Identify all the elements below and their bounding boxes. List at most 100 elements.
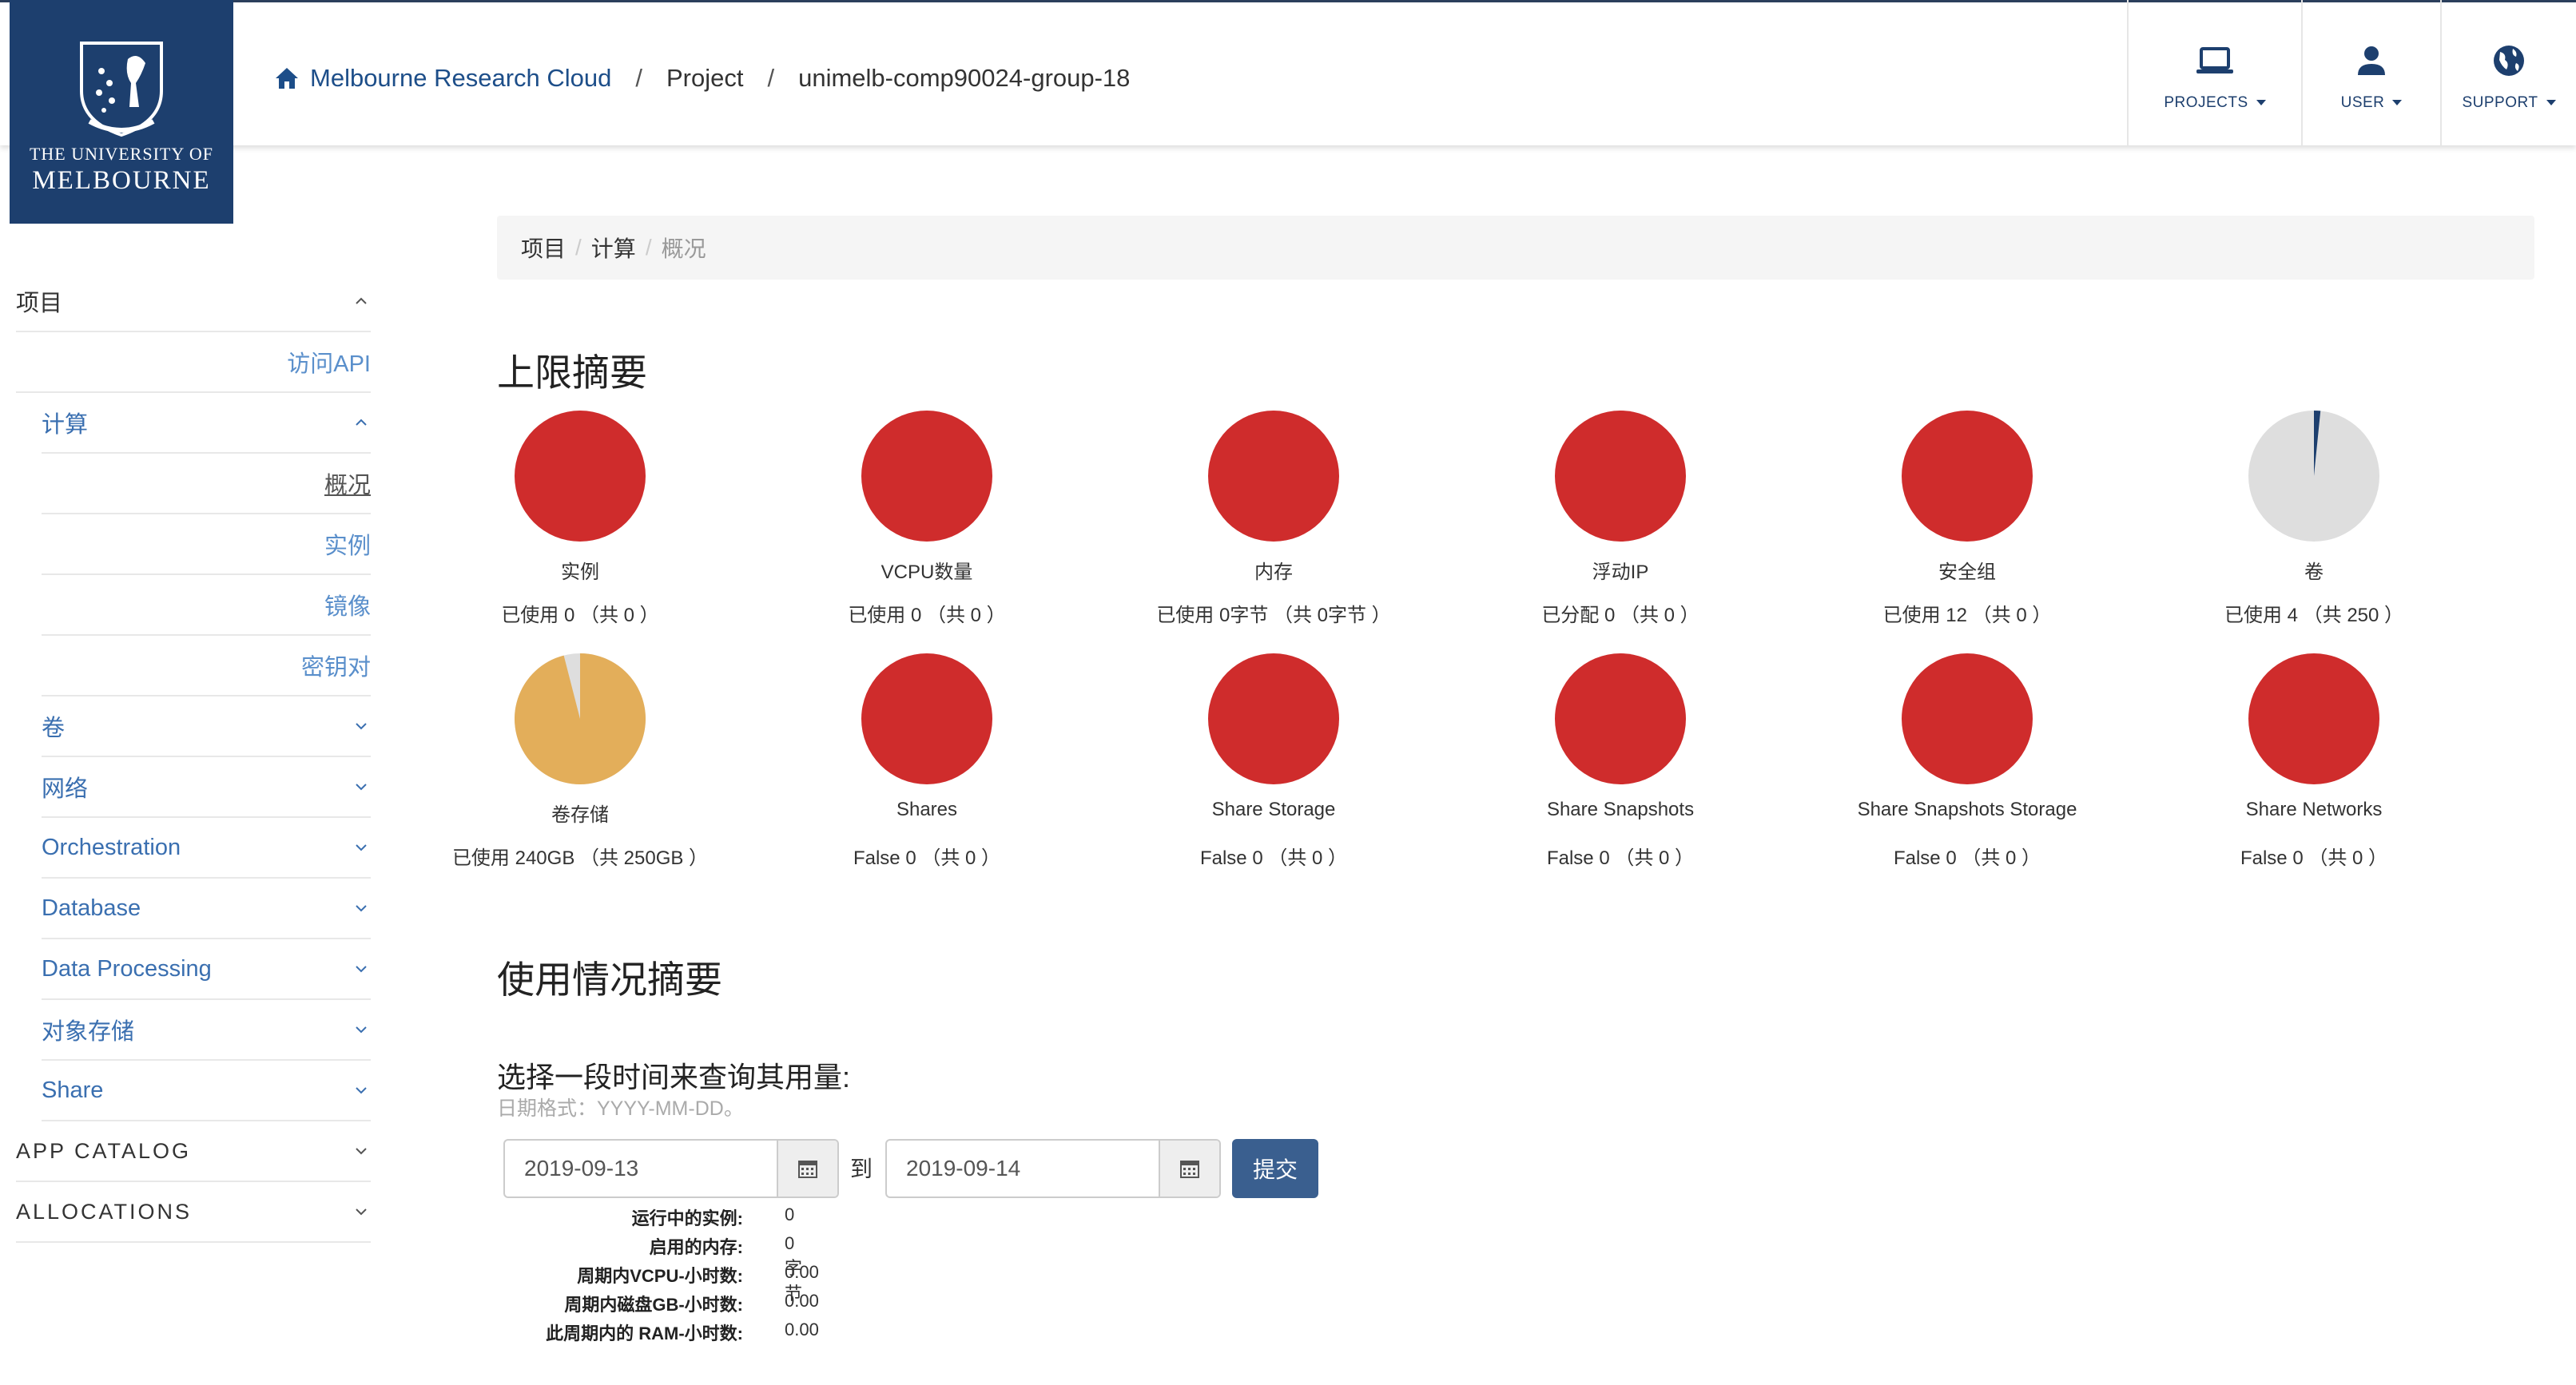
chevron-down-icon — [356, 1148, 367, 1155]
chevron-down-icon — [356, 844, 367, 851]
limit-chart: VCPU数量 已使用 0 （共 0 ） — [795, 411, 1059, 627]
sidebar-item-allocations[interactable]: ALLOCATIONS — [16, 1182, 371, 1243]
breadcrumb-separator: / — [767, 64, 775, 92]
sidebar-item-share[interactable]: Share — [42, 1061, 371, 1121]
limit-chart-usage: 已分配 0 （共 0 ） — [1541, 605, 1699, 626]
end-date-input[interactable]: 2019-09-14 — [887, 1141, 1159, 1196]
limit-pie — [1208, 653, 1339, 784]
stat-value: 0.00 — [785, 1262, 819, 1282]
page-breadcrumb-compute[interactable]: 计算 — [591, 232, 636, 264]
user-icon — [2357, 43, 2386, 78]
limit-chart: 卷已使用 4 （共 250 ） — [2182, 411, 2446, 627]
sidebar-item-database[interactable]: Database — [42, 879, 371, 939]
chevron-down-icon — [356, 966, 367, 973]
sidebar-item-label: 对象存储 — [42, 1019, 135, 1045]
user-menu-label: USER — [2340, 94, 2385, 111]
sidebar-item-label: 实例 — [324, 534, 371, 559]
sidebar-item-label: 概况 — [324, 473, 371, 498]
limit-pie — [1555, 411, 1686, 542]
pie-background — [1902, 653, 2033, 784]
projects-menu[interactable]: PROJECTS — [2127, 0, 2301, 145]
limit-pie — [2248, 411, 2379, 542]
pie-background — [1902, 411, 2033, 542]
calendar-icon[interactable] — [1159, 1141, 1219, 1196]
user-menu[interactable]: USER — [2301, 0, 2440, 145]
breadcrumb-separator: / — [645, 235, 652, 260]
stat-label: 周期内磁盘GB-小时数: — [564, 1295, 743, 1315]
breadcrumb-home[interactable]: Melbourne Research Cloud — [275, 64, 611, 93]
logo-line-2: MELBOURNE — [32, 166, 211, 195]
limit-chart: 安全组已使用 12 （共 0 ） — [1835, 411, 2099, 627]
limit-chart-usage: 已使用 12 （共 0 ） — [1882, 605, 2052, 626]
laptop-icon — [2196, 43, 2234, 78]
stat-value: 0.00 — [785, 1291, 819, 1311]
sidebar-item-label: 计算 — [42, 412, 89, 438]
page-breadcrumb: 项目 / 计算 / 概况 — [497, 216, 2534, 280]
chevron-up-icon — [356, 297, 367, 304]
sidebar-item-label: 卷 — [42, 716, 66, 741]
limit-pie — [515, 653, 646, 784]
breadcrumb-project-name[interactable]: unimelb-comp90024-group-18 — [798, 64, 1130, 93]
university-logo[interactable]: THE UNIVERSITY OF MELBOURNE — [10, 0, 233, 224]
limit-pie — [1902, 411, 2033, 542]
chevron-down-icon — [356, 723, 367, 730]
sidebar-item-project[interactable]: 项目 — [16, 272, 371, 332]
breadcrumb-project[interactable]: Project — [666, 64, 743, 93]
page-breadcrumb-project[interactable]: 项目 — [521, 232, 566, 264]
sidebar-item-app-catalog[interactable]: APP CATALOG — [16, 1121, 371, 1182]
limit-chart: 卷存储 已使用 240GB （共 250GB ） — [448, 653, 712, 870]
sidebar-item-volumes[interactable]: 卷 — [42, 696, 371, 757]
end-date-field[interactable]: 2019-09-14 — [885, 1139, 1221, 1198]
start-date-field[interactable]: 2019-09-13 — [503, 1139, 839, 1198]
limit-chart-usage: 已使用 4 （共 250 ） — [2224, 605, 2404, 626]
sidebar-item-label: Database — [42, 895, 141, 921]
chevron-down-icon — [356, 1087, 367, 1094]
pie-background — [861, 411, 992, 542]
chevron-down-icon — [2256, 100, 2266, 106]
limit-chart: Share Snapshots Storage False 0 （共 0 ） — [1835, 653, 2099, 870]
sidebar-item-instances[interactable]: 实例 — [42, 514, 371, 575]
support-menu[interactable]: SUPPORT — [2440, 0, 2576, 145]
stat-label: 周期内VCPU-小时数: — [577, 1266, 743, 1286]
stat-label: 此周期内的 RAM-小时数: — [546, 1323, 743, 1343]
limit-chart-title: Share Snapshots Storage — [1857, 799, 2077, 820]
sidebar-item-network[interactable]: 网络 — [42, 757, 371, 818]
sidebar-item-compute[interactable]: 计算 — [42, 393, 371, 454]
pie-background — [1555, 411, 1686, 542]
pie-background — [861, 653, 992, 784]
limit-chart: Share Networks False 0 （共 0 ） — [2182, 653, 2446, 870]
chevron-down-icon — [356, 905, 367, 912]
limit-summary-heading: 上限摘要 — [497, 351, 647, 394]
limit-chart-usage: 已使用 0字节 （共 0字节 ） — [1156, 605, 1391, 626]
pie-used-slice — [515, 653, 646, 784]
pie-background — [1208, 653, 1339, 784]
limit-chart-title: 安全组 — [1938, 562, 1996, 583]
calendar-icon[interactable] — [777, 1141, 837, 1196]
sidebar-item-api-access[interactable]: 访问API — [16, 332, 371, 393]
start-date-input[interactable]: 2019-09-13 — [505, 1141, 777, 1196]
sidebar-item-data-processing[interactable]: Data Processing — [42, 939, 371, 1000]
sidebar-item-orchestration[interactable]: Orchestration — [42, 818, 371, 879]
sidebar-item-object-store[interactable]: 对象存储 — [42, 1000, 371, 1061]
limit-chart-usage: 已使用 0 （共 0 ） — [848, 605, 1006, 626]
stat-value: 0 — [785, 1204, 795, 1224]
logo-line-1: THE UNIVERSITY OF — [29, 144, 214, 164]
crest-icon — [80, 42, 163, 137]
sidebar-item-label: 密钥对 — [300, 655, 371, 681]
limit-chart-usage: 已使用 0 （共 0 ） — [501, 605, 659, 626]
sidebar-item-keypairs[interactable]: 密钥对 — [42, 636, 371, 696]
breadcrumb-home-label: Melbourne Research Cloud — [310, 64, 612, 92]
limit-chart: Share Storage False 0 （共 0 ） — [1142, 653, 1405, 870]
sidebar-item-label: ALLOCATIONS — [16, 1199, 193, 1224]
submit-button[interactable]: 提交 — [1232, 1139, 1318, 1198]
sidebar-item-images[interactable]: 镜像 — [42, 575, 371, 636]
breadcrumb-separator: / — [575, 235, 582, 260]
date-range-to-label: 到 — [850, 1157, 873, 1181]
sidebar: 项目 访问API 计算 概况 实例 镜像 密钥对 卷 网络 Orchestrat… — [16, 272, 371, 1243]
sidebar-item-overview[interactable]: 概况 — [42, 454, 371, 514]
sidebar-item-label: 访问API — [287, 351, 371, 377]
chevron-down-icon — [2392, 100, 2403, 106]
limit-chart-usage: False 0 （共 0 ） — [1199, 847, 1348, 869]
sidebar-item-label: Data Processing — [42, 955, 212, 982]
sidebar-item-label: 项目 — [16, 291, 63, 316]
